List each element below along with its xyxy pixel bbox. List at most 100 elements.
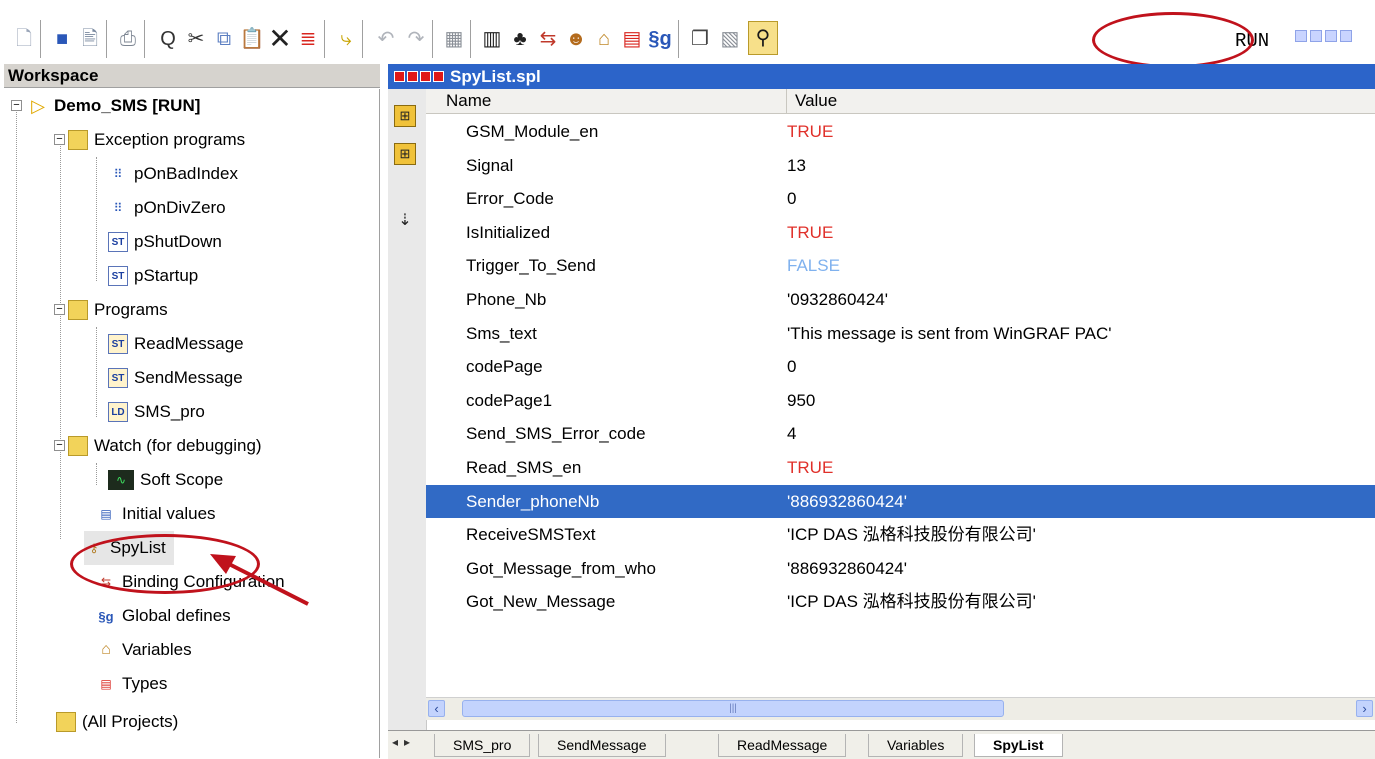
undo-icon[interactable]: ↶ xyxy=(372,22,400,56)
tree-item-label: pOnBadIndex xyxy=(134,164,238,183)
tree-item-sendmessage[interactable]: ST SendMessage xyxy=(108,361,243,395)
home-icon[interactable]: ⌂ xyxy=(590,22,618,56)
new-file-icon[interactable]: 🗋 xyxy=(10,22,38,56)
tree-item-label: pShutDown xyxy=(134,232,222,251)
delete-icon[interactable]: ✕ xyxy=(266,22,294,56)
tab-sendmessage[interactable]: SendMessage xyxy=(538,734,666,757)
sort-icon[interactable]: ⇣ xyxy=(394,209,416,231)
variable-value[interactable]: '0932860424' xyxy=(787,283,888,316)
table-row[interactable]: Error_Code 0 xyxy=(426,182,1375,215)
table-row[interactable]: codePage 0 xyxy=(426,350,1375,383)
tree-item-pondivzero[interactable]: ⠿ pOnDivZero xyxy=(108,191,226,225)
variable-name: Error_Code xyxy=(466,189,554,209)
table-row[interactable]: Signal 13 xyxy=(426,149,1375,182)
find-icon[interactable]: Q xyxy=(154,22,182,56)
spy-icon[interactable]: ☻ xyxy=(562,22,590,56)
grid-icon[interactable]: ▥ xyxy=(478,22,506,56)
tree-folder-programs[interactable]: Programs xyxy=(68,293,168,327)
tree-item-soft-scope[interactable]: ∿ Soft Scope xyxy=(108,463,223,497)
column-header-name[interactable]: Name xyxy=(438,89,787,113)
tab-readmessage[interactable]: ReadMessage xyxy=(718,734,847,757)
tree-item-all-projects[interactable]: (All Projects) xyxy=(56,705,178,739)
variable-value[interactable]: 4 xyxy=(787,417,796,450)
scroll-right-button[interactable]: › xyxy=(1356,700,1373,717)
tree-item-types[interactable]: ▤ Types xyxy=(96,667,167,701)
collapse-toggle[interactable]: − xyxy=(54,134,65,145)
variable-value[interactable]: 0 xyxy=(787,182,796,215)
copy-icon[interactable]: ⧉ xyxy=(210,22,238,56)
tree-item-pshutdown[interactable]: ST pShutDown xyxy=(108,225,222,259)
table-row[interactable]: IsInitialized TRUE xyxy=(426,216,1375,249)
scroll-thumb[interactable]: ||| xyxy=(462,700,1004,717)
tree-item-ponbadindex[interactable]: ⠿ pOnBadIndex xyxy=(108,157,238,191)
variable-value[interactable]: 0 xyxy=(787,350,796,383)
tree-item-initial-values[interactable]: ▤ Initial values xyxy=(96,497,215,531)
table-row[interactable]: codePage1 950 xyxy=(426,384,1375,417)
variable-value[interactable]: 'This message is sent from WinGRAF PAC' xyxy=(787,317,1112,350)
toolbar-separator xyxy=(470,20,471,58)
tree-icon[interactable]: ♣ xyxy=(506,22,534,56)
project-node[interactable]: ▷ Demo_SMS [RUN] xyxy=(28,89,200,123)
tree-item-variables[interactable]: ⌂ Variables xyxy=(96,633,191,667)
tree-folder-exception-programs[interactable]: Exception programs xyxy=(68,123,245,157)
paste-icon[interactable]: 📋 xyxy=(238,22,266,56)
tab-sms-pro[interactable]: SMS_pro xyxy=(434,734,531,757)
tree-item-label: SMS_pro xyxy=(134,402,205,421)
build-icon[interactable]: ▧ xyxy=(716,22,744,56)
clear-icon[interactable]: ≣ xyxy=(294,22,322,56)
scroll-left-button[interactable]: ‹ xyxy=(428,700,445,717)
tree-item-global-defines[interactable]: §g Global defines xyxy=(96,599,230,633)
table-row[interactable]: Phone_Nb '0932860424' xyxy=(426,283,1375,316)
variable-value[interactable]: '886932860424' xyxy=(787,485,907,518)
global-defines-icon: §g xyxy=(98,608,114,624)
insert-variable-icon[interactable]: ⊞ xyxy=(394,143,416,165)
table-row[interactable]: Send_SMS_Error_code 4 xyxy=(426,417,1375,450)
save-icon[interactable]: ■ xyxy=(48,22,76,56)
tab-spylist[interactable]: SpyList xyxy=(974,734,1063,757)
table-row[interactable]: Read_SMS_en TRUE xyxy=(426,451,1375,484)
table-row[interactable]: Got_New_Message 'ICP DAS 泓格科技股份有限公司' xyxy=(426,585,1375,618)
variable-value[interactable]: 'ICP DAS 泓格科技股份有限公司' xyxy=(787,518,1036,551)
cut-icon[interactable]: ✂ xyxy=(182,22,210,56)
variable-value[interactable]: TRUE xyxy=(787,115,833,148)
table-row[interactable]: Sms_text 'This message is sent from WinGR… xyxy=(426,317,1375,350)
variable-name: Trigger_To_Send xyxy=(466,256,596,276)
st-program-icon: ST xyxy=(108,334,128,354)
variable-value[interactable]: 950 xyxy=(787,384,815,417)
tree-item-pstartup[interactable]: ST pStartup xyxy=(108,259,198,293)
tab-variables[interactable]: Variables xyxy=(868,734,964,757)
variable-value[interactable]: TRUE xyxy=(787,216,833,249)
insert-icon[interactable]: ⤷ xyxy=(332,22,360,56)
collapse-toggle[interactable]: − xyxy=(54,304,65,315)
window-icon[interactable]: ❐ xyxy=(686,22,714,56)
table-row[interactable]: ReceiveSMSText 'ICP DAS 泓格科技股份有限公司' xyxy=(426,518,1375,551)
tree-item-readmessage[interactable]: ST ReadMessage xyxy=(108,327,244,361)
horizontal-scrollbar[interactable]: ‹ ||| › xyxy=(426,697,1375,720)
variable-value[interactable]: FALSE xyxy=(787,249,840,282)
edit-icon[interactable]: 🖹 xyxy=(76,22,104,56)
table-row[interactable]: GSM_Module_en TRUE xyxy=(426,115,1375,148)
global-defines-icon[interactable]: §g xyxy=(646,22,674,56)
tree-item-sms-pro[interactable]: LD SMS_pro xyxy=(108,395,205,429)
variable-value[interactable]: 13 xyxy=(787,149,806,182)
status-dot xyxy=(1310,30,1322,42)
table-row[interactable]: Sender_phoneNb '886932860424' xyxy=(426,484,1375,518)
run-icon[interactable]: ⚲ xyxy=(748,21,778,55)
collapse-toggle[interactable]: − xyxy=(54,440,65,451)
variable-value[interactable]: TRUE xyxy=(787,451,833,484)
tree-folder-watch[interactable]: Watch (for debugging) xyxy=(68,429,262,463)
collapse-toggle[interactable]: − xyxy=(11,100,22,111)
table-row[interactable]: Trigger_To_Send FALSE xyxy=(426,249,1375,282)
variable-value[interactable]: '886932860424' xyxy=(787,552,907,585)
variable-value[interactable]: 'ICP DAS 泓格科技股份有限公司' xyxy=(787,585,1036,618)
toolbar-separator xyxy=(40,20,41,58)
tab-nav-arrows[interactable]: ◂▸ xyxy=(392,735,416,749)
types-icon[interactable]: ▤ xyxy=(618,22,646,56)
binding-icon[interactable]: ⇆ xyxy=(534,22,562,56)
print-icon[interactable]: ⎙ xyxy=(114,22,142,56)
add-variable-icon[interactable]: ⊞ xyxy=(394,105,416,127)
column-header-value[interactable]: Value xyxy=(787,89,837,113)
redo-icon[interactable]: ↷ xyxy=(402,22,430,56)
compile-icon[interactable]: ▦ xyxy=(440,22,468,56)
table-row[interactable]: Got_Message_from_who '886932860424' xyxy=(426,552,1375,585)
